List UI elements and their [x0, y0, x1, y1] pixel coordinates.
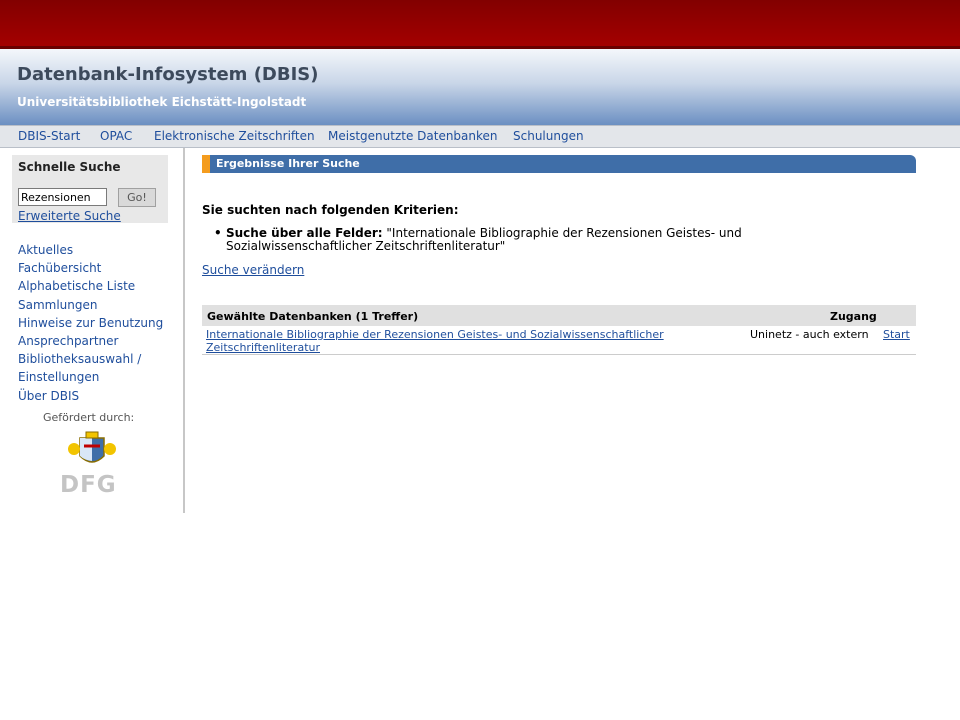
sidebar-item-alphabetical-list[interactable]: Alphabetische Liste	[18, 277, 178, 295]
database-link[interactable]: Internationale Bibliographie der Rezensi…	[206, 328, 706, 354]
bavarian-coat-of-arms-icon	[66, 430, 118, 470]
nav-dbis-start[interactable]: DBIS-Start	[18, 129, 80, 143]
sidebar-item-library-selection-line2: Einstellungen	[18, 370, 100, 385]
results-header-bar: Ergebnisse Ihrer Suche	[202, 155, 916, 173]
top-banner	[0, 0, 960, 49]
criteria-title: Sie suchten nach folgenden Kriterien:	[202, 203, 459, 217]
nav-trainings[interactable]: Schulungen	[513, 129, 584, 143]
quick-search-input[interactable]	[18, 188, 107, 206]
table-row: Internationale Bibliographie der Rezensi…	[202, 326, 916, 355]
quick-search-go-button[interactable]: Go!	[118, 188, 156, 207]
results-header-accent	[202, 155, 210, 173]
quick-search-title: Schnelle Suche	[18, 160, 121, 174]
nav-opac[interactable]: OPAC	[100, 129, 132, 143]
funded-by-label: Gefördert durch:	[43, 411, 135, 424]
sidebar-item-news[interactable]: Aktuelles	[18, 241, 178, 259]
site-header: Datenbank-Infosystem (DBIS) Universitäts…	[0, 49, 960, 125]
advanced-search-link[interactable]: Erweiterte Suche	[18, 209, 121, 223]
nav-electronic-journals[interactable]: Elektronische Zeitschriften	[154, 129, 315, 143]
criteria-item: • Suche über alle Felder: "International…	[214, 226, 876, 253]
sidebar-item-library-selection-line1: Bibliotheksauswahl /	[18, 352, 142, 367]
quick-search-box: Schnelle Suche Go! Erweiterte Suche	[12, 155, 168, 223]
sidebar-item-library-selection[interactable]: Bibliotheksauswahl / Einstellungen	[18, 350, 178, 386]
dfg-logo: DFG	[60, 472, 117, 498]
main-nav: DBIS-Start OPAC Elektronische Zeitschrif…	[0, 125, 960, 148]
sidebar-links: Aktuelles Fachübersicht Alphabetische Li…	[18, 241, 178, 405]
sidebar-item-contacts[interactable]: Ansprechpartner	[18, 332, 178, 350]
start-link[interactable]: Start	[883, 328, 910, 341]
criteria-field-label: Suche über alle Felder:	[226, 226, 383, 240]
access-value: Uninetz - auch extern	[750, 328, 869, 341]
results-table-header: Gewählte Datenbanken (1 Treffer) Zugang	[202, 305, 916, 326]
sidebar-item-usage-notes[interactable]: Hinweise zur Benutzung	[18, 314, 178, 332]
access-header: Zugang	[830, 310, 877, 323]
selected-databases-header: Gewählte Datenbanken (1 Treffer)	[207, 310, 419, 323]
sidebar-item-subject-overview[interactable]: Fachübersicht	[18, 259, 178, 277]
sidebar-item-about-dbis[interactable]: Über DBIS	[18, 387, 178, 405]
sidebar-item-collections[interactable]: Sammlungen	[18, 296, 178, 314]
change-search-link[interactable]: Suche verändern	[202, 263, 304, 277]
results-table: Gewählte Datenbanken (1 Treffer) Zugang …	[202, 305, 916, 355]
results-panel: Ergebnisse Ihrer Suche Sie suchten nach …	[202, 155, 916, 355]
nav-most-used-databases[interactable]: Meistgenutzte Datenbanken	[328, 129, 498, 143]
results-heading: Ergebnisse Ihrer Suche	[216, 157, 360, 170]
site-title: Datenbank-Infosystem (DBIS)	[17, 64, 319, 85]
sidebar: Schnelle Suche Go! Erweiterte Suche Aktu…	[0, 148, 185, 513]
site-subtitle: Universitätsbibliothek Eichstätt-Ingolst…	[17, 95, 307, 109]
bullet-icon: •	[214, 226, 222, 240]
